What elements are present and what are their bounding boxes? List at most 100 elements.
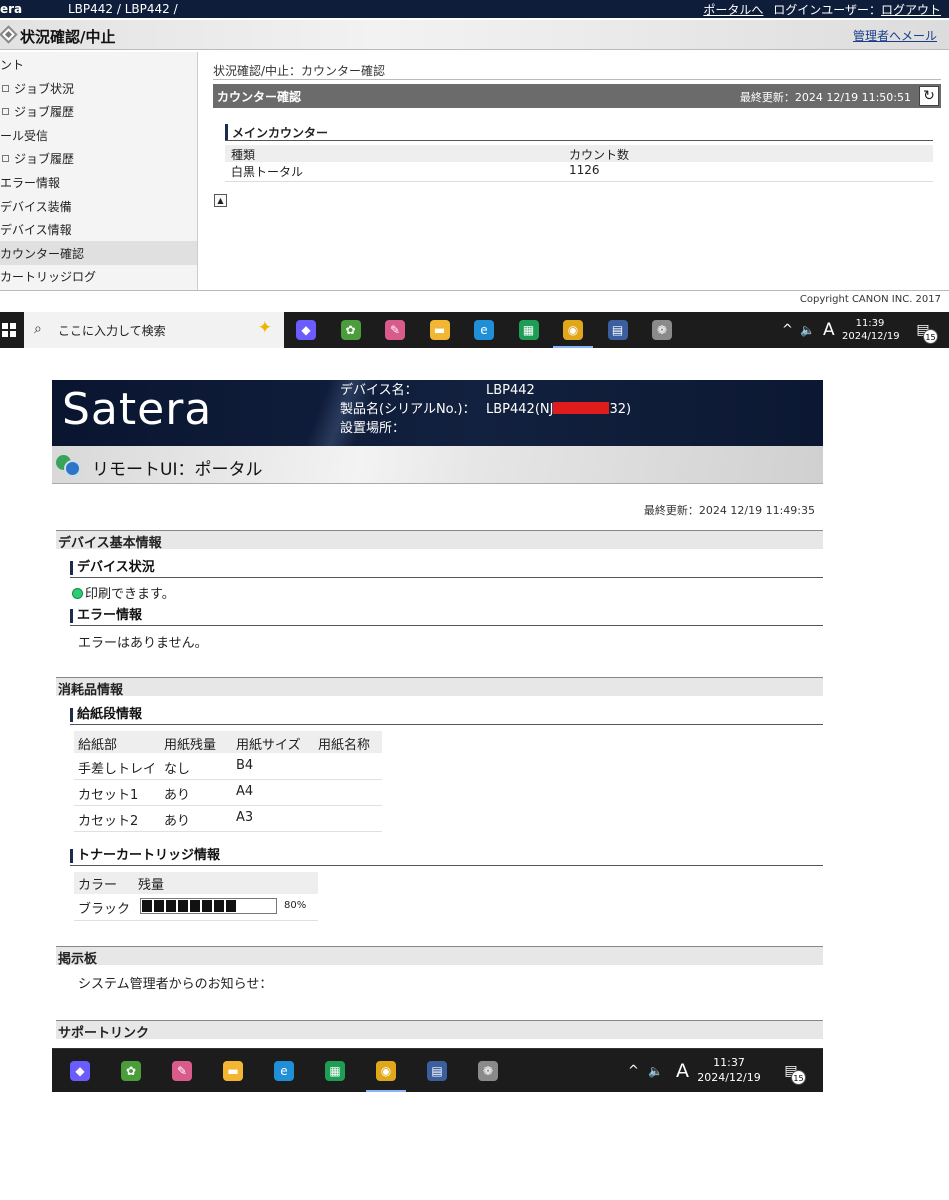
column-header: 用紙サイズ [236,738,301,753]
table-row: 白黒トータル 1126 [225,162,933,182]
active-app-indicator [366,1090,406,1092]
paint-icon[interactable]: ✎ [172,1060,192,1081]
counter-value: 1126 [569,163,600,177]
portal-titlebar: リモートUI：ポータル [52,446,823,484]
section-support-links[interactable]: サポートリンク [56,1020,823,1041]
section-supplies: 消耗品情報 [56,677,823,698]
sparkle-icon: ✦ [257,318,272,338]
ime-indicator[interactable]: A [676,1060,689,1082]
table-cell: カセット2 [78,814,139,829]
table-cell: A4 [236,784,254,799]
calculator-icon[interactable]: ▤ [607,320,628,340]
counter-type: 白黒トータル [231,165,304,179]
last-update: 最終更新：2024 12/19 11:49:35 [643,504,815,517]
sidebar-item[interactable]: カウンター確認 [0,240,197,265]
sidebar-item-label: デバイス情報 [0,223,72,238]
sidebar-item[interactable]: ジョブ履歴 [0,146,197,170]
table-cell: あり [164,814,191,829]
section-board: 掲示板 [56,946,823,967]
refresh-icon[interactable]: ↻ [919,86,939,106]
toner-level-fill [142,900,238,912]
active-app-indicator [553,346,593,348]
toner-level-bar [140,898,277,914]
notification-icon[interactable]: ▤ 15 [912,319,938,344]
diamond-icon [0,25,18,44]
device-path: LBP442 / LBP442 / [68,2,178,16]
chrome-icon[interactable]: ◉ [376,1060,396,1081]
copilot-icon[interactable]: ◆ [70,1060,90,1081]
error-info-title: エラー情報 [70,609,142,623]
divider [70,865,823,866]
login-user-label: ログインユーザー： [773,3,881,17]
section-device-basic: デバイス基本情報 [56,530,823,551]
tray-chevron-icon[interactable]: ^ [628,1063,639,1078]
edge-icon[interactable]: e [474,320,494,340]
column-header-count: カウント数 [569,148,630,162]
app-icon[interactable]: ✿ [121,1060,141,1081]
row-divider [74,779,382,780]
clock-date: 2024/12/19 [842,331,900,342]
sidebar: ント ジョブ状況 ジョブ履歴 ール受信 ジョブ履歴 エラー情報 デバイス装備 デバイス情報 カウ… [0,52,198,290]
error-text: エラーはありません。 [78,636,208,651]
portal-screenshot: Satera デバイス名： LBP442 製品名(シリアルNo.)： LBP44… [52,380,823,1092]
paint-icon[interactable]: ✎ [385,320,405,340]
section-title: メインカウンター [225,124,328,141]
volume-icon[interactable]: 🔈 [648,1064,663,1078]
column-header: 用紙残量 [164,738,217,753]
notification-icon[interactable]: ▤ 15 [780,1060,806,1085]
palette-icon[interactable]: ❁ [478,1060,498,1081]
sidebar-item[interactable]: ール受信 [0,123,197,147]
palette-icon[interactable]: ❁ [652,320,672,340]
app-icon[interactable]: ✿ [340,320,361,340]
sidebar-item[interactable]: ジョブ履歴 [0,99,197,123]
sidebar-item[interactable]: カートリッジログ [0,264,197,288]
sidebar-item-label: カートリッジログ [0,270,97,285]
taskbar-clock[interactable]: 11:39 2024/12/19 [842,317,900,343]
sheets-icon[interactable]: ▦ [325,1060,345,1081]
tray-chevron-icon[interactable]: ^ [782,323,793,338]
remote-ui-icon [56,453,82,477]
chrome-icon[interactable]: ◉ [563,320,583,340]
copilot-icon[interactable]: ◆ [296,320,316,340]
table-row: ブラック 80% [74,894,318,920]
file-explorer-icon[interactable]: ▬ [429,320,450,340]
row-divider [74,831,382,832]
sidebar-item[interactable]: デバイス情報 [0,217,197,241]
file-explorer-icon[interactable]: ▬ [223,1060,243,1081]
ime-indicator[interactable]: A [823,320,835,340]
device-status: 印刷できます。 [72,583,175,602]
divider [225,140,933,141]
sidebar-item-label: ント [0,58,25,72]
copyright-bar: Copyright CANON INC. 2017 [0,290,949,310]
taskbar-search[interactable]: ⌕ ここに入力して検索 ✦ [24,312,284,348]
column-header-type: 種類 [231,148,256,162]
logout-link[interactable]: ログアウト [881,3,941,17]
sidebar-item[interactable]: デバイス装備 [0,194,197,218]
page-titlebar: 状況確認/中止 管理者へメール [0,20,949,50]
product-name-value: LBP442(NJ 32) [486,402,632,417]
admin-mail-link[interactable]: 管理者へメール [853,27,937,44]
calculator-icon[interactable]: ▤ [427,1060,447,1081]
search-placeholder: ここに入力して検索 [58,324,166,338]
table-header: 種類 カウント数 [225,145,933,162]
sidebar-item[interactable]: エラー情報 [0,170,197,194]
divider [70,577,823,578]
divider [213,79,941,80]
row-divider [74,805,382,806]
portal-link[interactable]: ポータルへ [703,3,763,17]
clock-time: 11:37 [713,1056,745,1069]
taskbar-clock[interactable]: 11:37 2024/12/19 [696,1055,762,1085]
notification-count: 15 [791,1070,806,1085]
column-header: 用紙名称 [318,738,371,753]
device-status-title: デバイス状況 [70,561,155,575]
page-top-icon[interactable]: ▲ [214,194,227,207]
windows-start-icon[interactable] [2,323,16,337]
divider [70,625,823,626]
sidebar-item[interactable]: ント [0,52,197,76]
edge-icon[interactable]: e [274,1060,294,1081]
sheets-icon[interactable]: ▦ [518,320,539,340]
paper-info-title: 給紙段情報 [70,708,142,722]
volume-icon[interactable]: 🔈 [800,323,815,337]
sidebar-item[interactable]: ジョブ状況 [0,76,197,100]
table-cell: 手差しトレイ [78,762,157,777]
